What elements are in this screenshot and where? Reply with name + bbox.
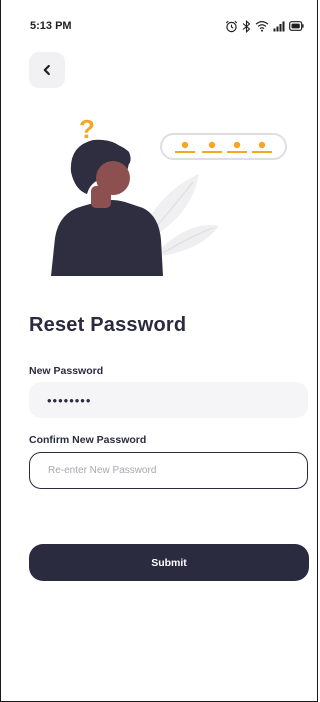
new-password-label: New Password — [29, 365, 104, 377]
person-figure — [51, 139, 163, 276]
page-title: Reset Password — [29, 314, 187, 336]
question-mark-icon: ? — [79, 114, 95, 144]
back-button[interactable] — [29, 52, 65, 88]
reset-password-illustration: ? — [51, 114, 287, 276]
status-bar: 5:13 PM — [1, 0, 319, 52]
battery-icon — [289, 21, 304, 31]
alarm-icon — [225, 20, 238, 32]
phone-screen: 5:13 PM ? Reset Password New Password ••… — [0, 0, 318, 702]
bluetooth-icon — [242, 19, 251, 33]
confirm-password-label: Confirm New Password — [29, 434, 147, 446]
wifi-icon — [255, 21, 269, 32]
status-time: 5:13 PM — [30, 20, 72, 32]
password-dots-bubble — [160, 133, 287, 160]
confirm-password-input[interactable] — [29, 452, 308, 489]
new-password-input[interactable] — [29, 382, 308, 418]
chevron-left-icon — [43, 64, 50, 76]
submit-button[interactable]: Submit — [29, 544, 309, 581]
status-icons — [225, 19, 304, 33]
signal-icon — [273, 21, 285, 31]
